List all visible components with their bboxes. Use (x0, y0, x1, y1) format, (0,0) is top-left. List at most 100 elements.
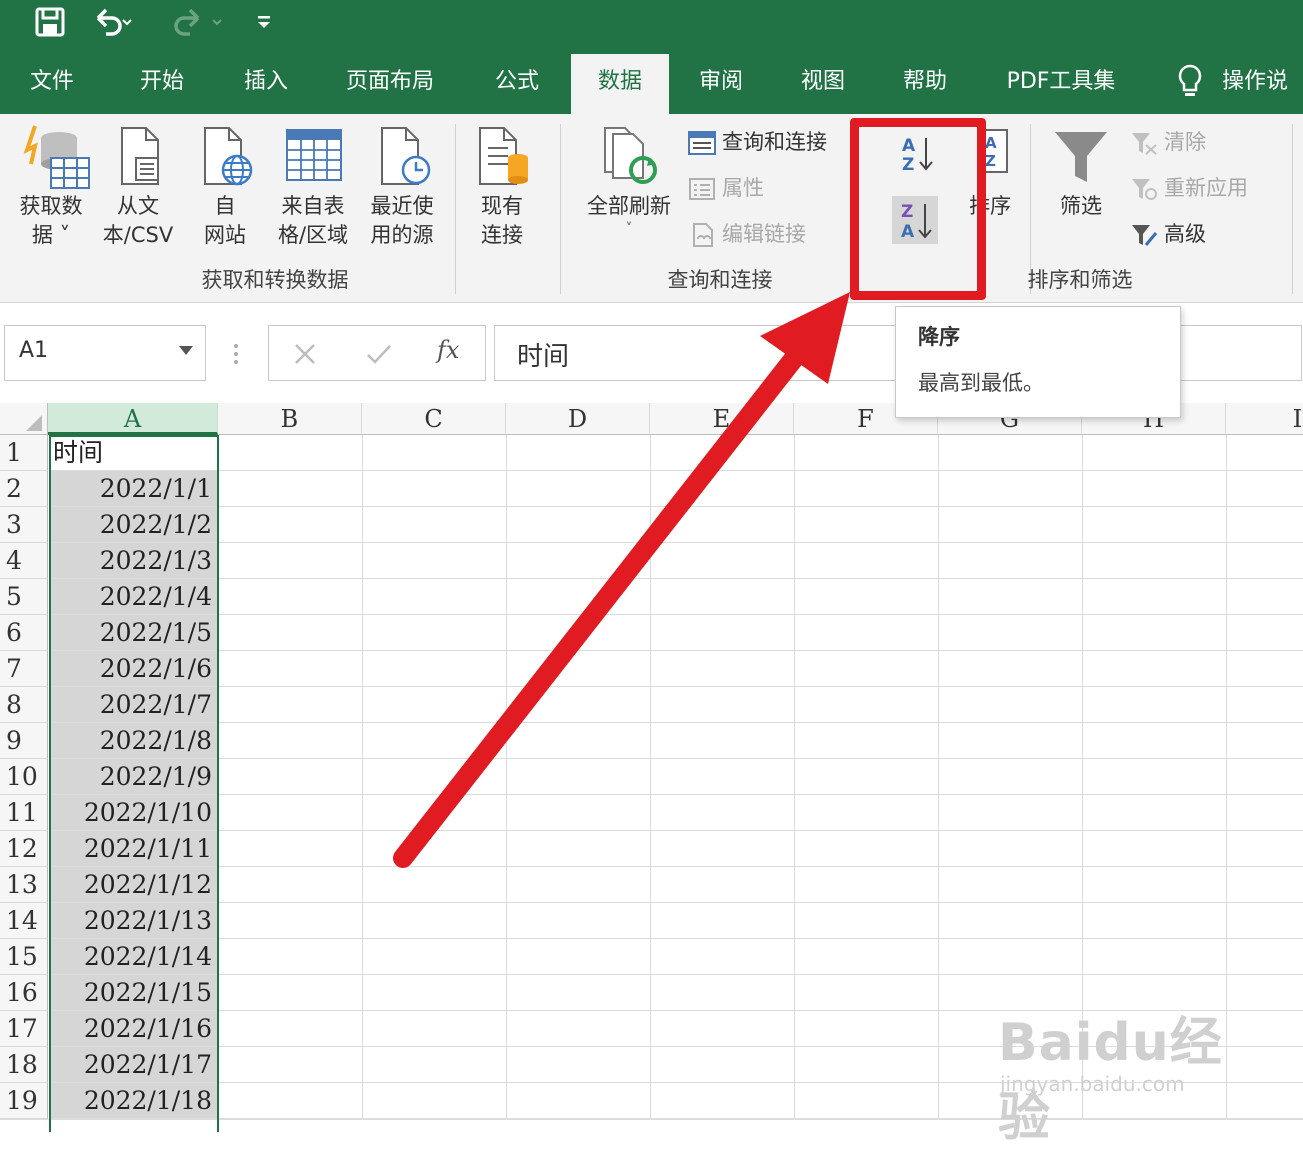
grid-cell[interactable] (1083, 903, 1227, 939)
column-header-i[interactable]: I (1226, 403, 1303, 435)
undo-icon[interactable] (92, 6, 132, 36)
reapply-button[interactable]: 重新应用 (1130, 172, 1248, 204)
grid-cell[interactable] (363, 1083, 507, 1119)
row-header[interactable]: 4 (0, 543, 48, 579)
row-header[interactable]: 1 (0, 435, 48, 471)
grid-cell[interactable] (1227, 687, 1303, 723)
grid-cell[interactable] (651, 831, 795, 867)
grid-cell[interactable] (1227, 579, 1303, 615)
grid-cell[interactable] (363, 939, 507, 975)
grid-cell[interactable] (939, 435, 1083, 471)
insert-function-button[interactable]: fx (437, 336, 459, 364)
edit-links-button[interactable]: 编辑链接 (688, 218, 806, 250)
grid-cell[interactable] (363, 615, 507, 651)
grid-cell[interactable] (795, 543, 939, 579)
grid-cell[interactable] (507, 795, 651, 831)
grid-cell[interactable] (651, 579, 795, 615)
enter-check-icon[interactable] (365, 342, 393, 366)
row-header[interactable]: 15 (0, 939, 48, 975)
grid-cell[interactable] (363, 1011, 507, 1047)
column-header-e[interactable]: E (650, 403, 794, 435)
column-header-c[interactable]: C (362, 403, 506, 435)
grid-cell[interactable] (651, 543, 795, 579)
grid-cell[interactable] (1227, 795, 1303, 831)
tab-home[interactable]: 开始 (120, 54, 204, 110)
grid-cell[interactable] (1227, 615, 1303, 651)
grid-cell[interactable] (1083, 579, 1227, 615)
grid-cell[interactable] (507, 471, 651, 507)
grid-cell[interactable] (795, 687, 939, 723)
clear-filter-button[interactable]: 清除 (1130, 126, 1206, 158)
grid-cell[interactable] (651, 651, 795, 687)
grid-cell[interactable] (1083, 615, 1227, 651)
select-all-corner[interactable] (0, 403, 48, 435)
customize-qat-icon[interactable] (256, 6, 272, 36)
grid-cell[interactable] (1227, 1011, 1303, 1047)
grid-cell[interactable] (219, 471, 363, 507)
grid-cell[interactable] (219, 687, 363, 723)
grid-cell[interactable] (1227, 867, 1303, 903)
grid-cell[interactable] (795, 435, 939, 471)
grid-cell[interactable] (507, 903, 651, 939)
grid-cell[interactable] (363, 975, 507, 1011)
grid-cell[interactable] (219, 1083, 363, 1119)
grid-cell[interactable] (1227, 507, 1303, 543)
grid-cell[interactable] (651, 975, 795, 1011)
tab-pdf-tools[interactable]: PDF工具集 (990, 54, 1132, 110)
grid-cell[interactable] (363, 831, 507, 867)
grid-cell[interactable] (507, 759, 651, 795)
grid-cell[interactable] (939, 543, 1083, 579)
grid-cell[interactable] (219, 723, 363, 759)
tab-help[interactable]: 帮助 (886, 54, 964, 110)
grid-cell[interactable] (795, 615, 939, 651)
grid-cell[interactable] (363, 759, 507, 795)
grid-cell[interactable] (939, 867, 1083, 903)
grid-cell[interactable] (1227, 1083, 1303, 1119)
grid-cell[interactable] (363, 867, 507, 903)
grid-cell[interactable] (939, 723, 1083, 759)
grid-cell[interactable] (219, 759, 363, 795)
tab-view[interactable]: 视图 (784, 54, 862, 110)
grid-cell[interactable] (219, 507, 363, 543)
grid-cell[interactable] (1227, 975, 1303, 1011)
grid-cell[interactable] (651, 759, 795, 795)
grid-cell[interactable] (795, 1083, 939, 1119)
grid-cell[interactable] (219, 975, 363, 1011)
grid-cell[interactable] (219, 615, 363, 651)
grid-cell[interactable] (1083, 831, 1227, 867)
grid-cell[interactable] (1227, 903, 1303, 939)
grid-cell[interactable] (651, 939, 795, 975)
grid-cell[interactable] (219, 903, 363, 939)
tab-formulas[interactable]: 公式 (478, 54, 556, 110)
grid-cell[interactable] (1227, 435, 1303, 471)
row-header[interactable]: 9 (0, 723, 48, 759)
grid-cell[interactable] (507, 687, 651, 723)
grid-cell[interactable] (363, 543, 507, 579)
grid-cell[interactable] (795, 939, 939, 975)
grid-cell[interactable] (363, 1047, 507, 1083)
row-header[interactable]: 12 (0, 831, 48, 867)
grid-cell[interactable] (795, 651, 939, 687)
row-header[interactable]: 17 (0, 1011, 48, 1047)
advanced-filter-button[interactable]: 高级 (1130, 218, 1206, 250)
grid-cell[interactable] (1083, 471, 1227, 507)
grid-cell[interactable] (651, 867, 795, 903)
row-header[interactable]: 10 (0, 759, 48, 795)
get-data-button[interactable]: 获取数 据 ˅ (8, 124, 94, 250)
grid-cell[interactable] (1227, 471, 1303, 507)
grid-cell[interactable] (939, 939, 1083, 975)
grid-cell[interactable] (1083, 867, 1227, 903)
grid-cell[interactable] (795, 507, 939, 543)
grid-cell[interactable] (363, 687, 507, 723)
grid-cell[interactable] (507, 831, 651, 867)
grid-cell[interactable] (939, 507, 1083, 543)
grid-cell[interactable] (507, 435, 651, 471)
grid-cell[interactable] (651, 1011, 795, 1047)
grid-cell[interactable] (795, 975, 939, 1011)
grid-cell[interactable] (939, 579, 1083, 615)
grid-cell[interactable] (219, 651, 363, 687)
grid-cell[interactable] (651, 1047, 795, 1083)
row-header[interactable]: 6 (0, 615, 48, 651)
grid-cell[interactable] (1227, 651, 1303, 687)
drag-handle-icon[interactable] (232, 343, 240, 365)
